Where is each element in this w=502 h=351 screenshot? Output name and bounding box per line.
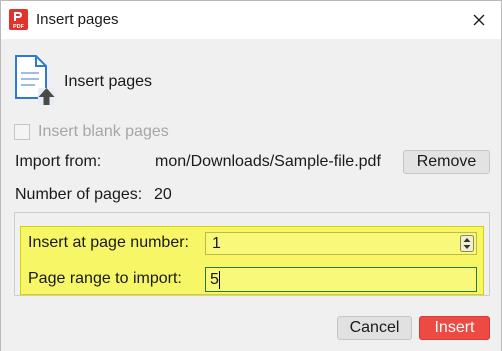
pdf-badge-text: PDF [13,24,25,30]
pdf-app-icon: PDF [9,9,28,30]
text-caret [219,271,220,289]
insert-pages-icon [15,55,55,105]
insert-blank-pages-checkbox[interactable] [14,124,30,140]
insert-button[interactable]: Insert [419,316,490,340]
dialog-heading: Insert pages [64,73,153,90]
number-of-pages-value: 20 [154,186,172,203]
title-bar: PDF Insert pages [1,1,501,39]
page-range-input[interactable]: 5 [205,267,477,292]
insert-at-page-label: Insert at page number: [28,234,189,251]
insert-at-page-spinbox[interactable]: 1 [205,232,477,255]
close-icon[interactable] [464,7,494,33]
insert-blank-pages-label: Insert blank pages [38,123,169,140]
remove-button[interactable]: Remove [403,150,490,174]
insert-at-page-value: 1 [212,235,221,252]
import-from-label: Import from: [15,153,102,170]
insert-pages-dialog: PDF Insert pages Insert pages Insert bla… [0,0,502,351]
page-range-label: Page range to import: [28,270,182,287]
cancel-button[interactable]: Cancel [337,316,412,340]
spin-arrows-icon[interactable] [460,235,474,252]
page-range-value: 5 [210,271,219,288]
import-file-path: mon/Downloads/Sample-file.pdf [155,153,381,170]
number-of-pages-label: Number of pages: [15,186,143,203]
dialog-body: Insert pages Insert blank pages Import f… [1,39,501,351]
window-title: Insert pages [36,11,119,28]
